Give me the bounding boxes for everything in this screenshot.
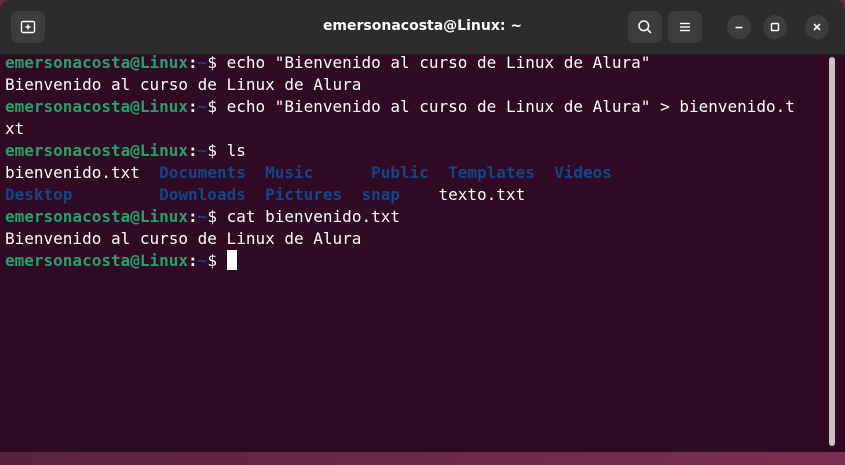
prompt-symbol: $: [207, 97, 217, 116]
new-tab-icon: [20, 20, 36, 34]
prompt-line: emersonacosta@Linux:~$ echo "Bienvenido …: [5, 96, 827, 118]
ls-dir-music: Music: [265, 163, 314, 182]
maximize-button[interactable]: [763, 15, 787, 39]
prompt-line: emersonacosta@Linux:~$ ls: [5, 140, 827, 162]
window-title: emersonacosta@Linux: ~: [322, 18, 523, 34]
prompt-user-host: emersonacosta@Linux: [5, 207, 189, 226]
ls-dir-downloads: Downloads: [159, 185, 246, 204]
prompt-path: ~: [197, 207, 208, 226]
close-icon: [813, 23, 821, 31]
prompt-symbol: $: [207, 251, 217, 270]
prompt-colon: :: [188, 207, 198, 226]
new-tab-button[interactable]: [11, 11, 45, 43]
prompt-line: emersonacosta@Linux:~$ echo "Bienvenido …: [5, 52, 827, 74]
terminal-output[interactable]: emersonacosta@Linux:~$ echo "Bienvenido …: [5, 52, 827, 452]
close-button[interactable]: [805, 15, 829, 39]
ls-dir-snap: snap: [361, 185, 400, 204]
ls-dir-templates: Templates: [448, 163, 535, 182]
command-text: ls: [216, 141, 246, 160]
prompt-user-host: emersonacosta@Linux: [5, 141, 189, 160]
output-line: Bienvenido al curso de Linux de Alura: [5, 75, 362, 94]
prompt-user-host: emersonacosta@Linux: [5, 251, 189, 270]
ls-file-bienvenido: bienvenido.txt: [5, 163, 140, 182]
hamburger-menu-icon: [680, 22, 690, 32]
command-text: cat bienvenido.txt: [216, 207, 400, 226]
prompt-line: emersonacosta@Linux:~$ cat bienvenido.tx…: [5, 206, 827, 228]
prompt-path: ~: [197, 141, 208, 160]
prompt-path: ~: [197, 53, 208, 72]
ls-output-row: Desktop Downloads Pictures snap texto.tx…: [5, 184, 827, 206]
ls-dir-desktop: Desktop: [5, 185, 73, 204]
minimize-button[interactable]: [727, 15, 751, 39]
prompt-user-host: emersonacosta@Linux: [5, 53, 189, 72]
vertical-scrollbar[interactable]: [829, 57, 835, 446]
minimize-icon: [735, 26, 743, 29]
prompt-path: ~: [197, 251, 208, 270]
text-cursor: [226, 250, 237, 270]
prompt-colon: :: [188, 97, 198, 116]
output-line: Bienvenido al curso de Linux de Alura: [5, 229, 362, 248]
prompt-line-active: emersonacosta@Linux:~$: [5, 250, 827, 272]
command-text: echo "Bienvenido al curso de Linux de Al…: [216, 97, 795, 116]
title-bar: emersonacosta@Linux: ~: [0, 0, 845, 55]
menu-button[interactable]: [668, 11, 702, 43]
prompt-colon: :: [188, 141, 198, 160]
prompt-colon: :: [188, 251, 198, 270]
prompt-symbol: $: [207, 207, 217, 226]
prompt-symbol: $: [207, 53, 217, 72]
ls-dir-documents: Documents: [159, 163, 246, 182]
ls-dir-pictures: Pictures: [265, 185, 343, 204]
terminal-window: emersonacosta@Linux: ~ emersonacosta@Lin…: [0, 0, 845, 465]
maximize-icon: [770, 22, 780, 32]
search-icon: [638, 20, 652, 34]
ls-output-row: bienvenido.txt Documents Music Public Te…: [5, 162, 827, 184]
command-text: [217, 251, 227, 270]
search-button[interactable]: [628, 11, 662, 43]
prompt-path: ~: [197, 97, 208, 116]
prompt-symbol: $: [207, 141, 217, 160]
ls-file-texto: texto.txt: [438, 185, 526, 204]
command-text: echo "Bienvenido al curso de Linux de Al…: [216, 53, 651, 72]
prompt-colon: :: [188, 53, 198, 72]
ls-dir-public: Public: [371, 163, 429, 182]
desktop-background-strip: [0, 452, 845, 465]
output-line-wrap: xt: [5, 119, 25, 138]
ls-dir-videos: Videos: [554, 163, 612, 182]
prompt-user-host: emersonacosta@Linux: [5, 97, 189, 116]
